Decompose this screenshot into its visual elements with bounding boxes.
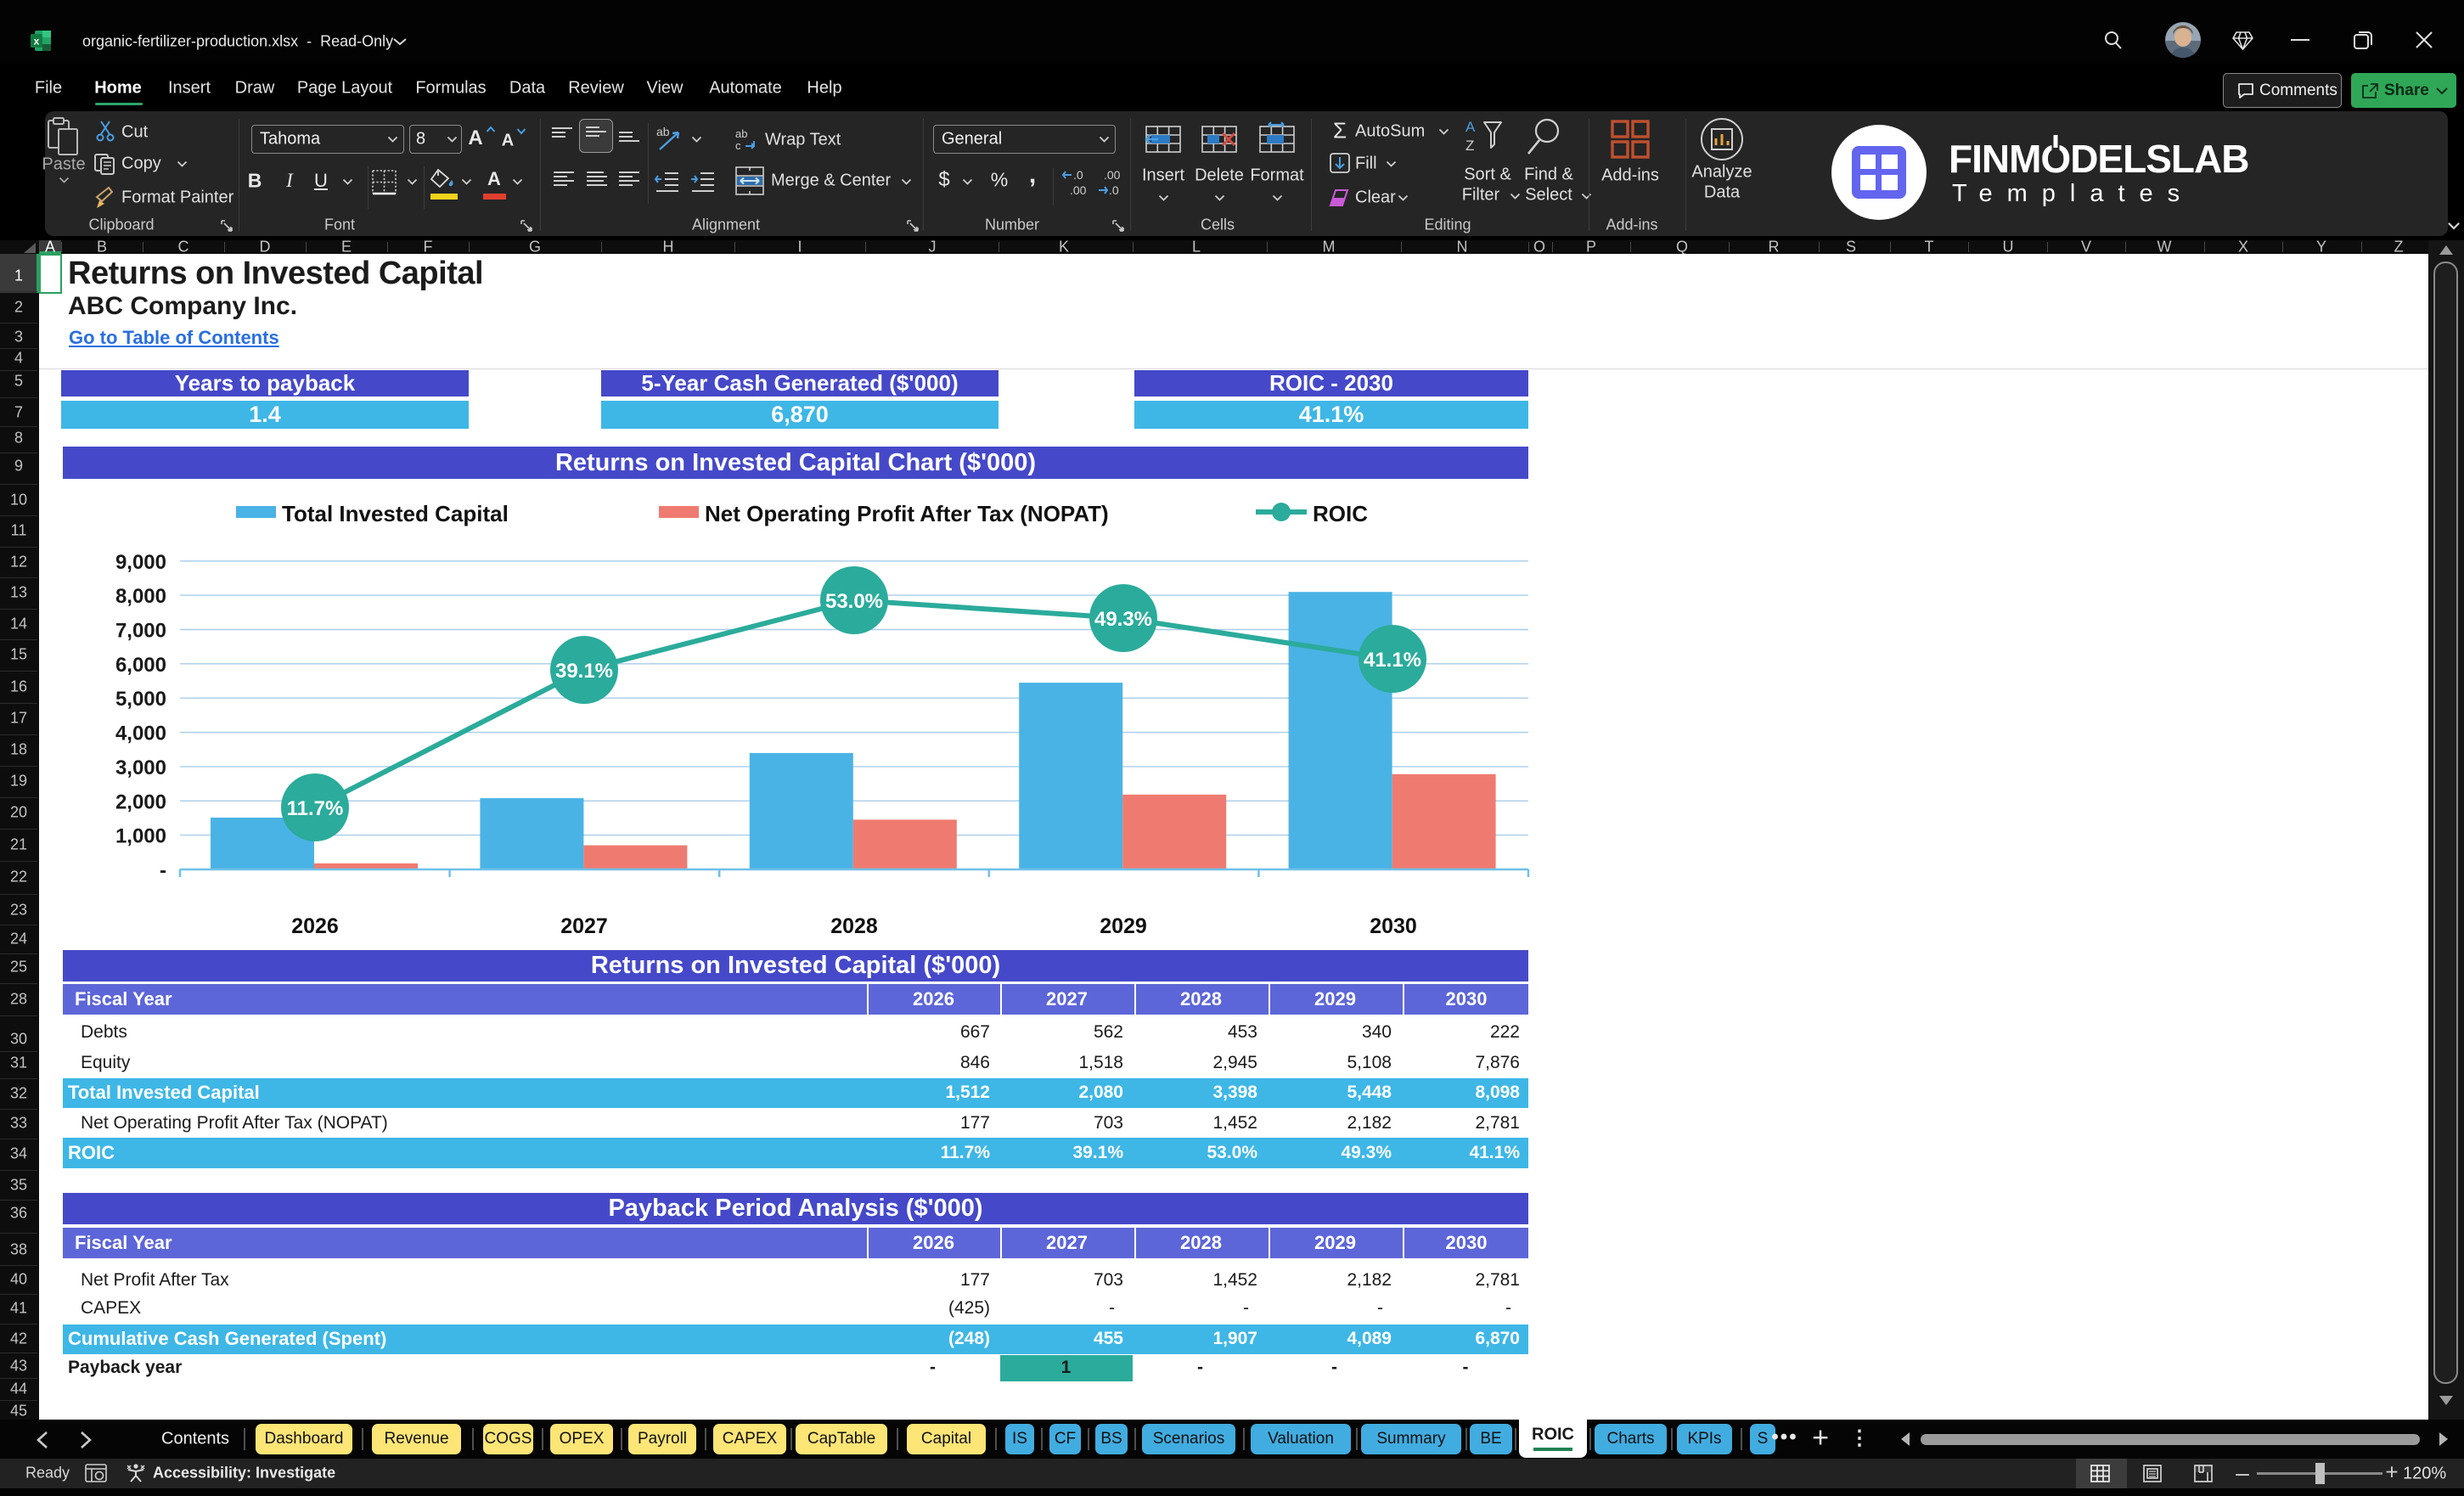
svg-text:.00: .00 xyxy=(1104,168,1121,182)
svg-text:2030: 2030 xyxy=(1370,914,1417,938)
svg-text:8,000: 8,000 xyxy=(115,585,166,608)
svg-text:ROIC: ROIC xyxy=(1313,501,1368,526)
svg-text:6,000: 6,000 xyxy=(115,654,166,677)
svg-text:x: x xyxy=(34,36,40,48)
svg-text:c: c xyxy=(735,139,741,152)
svg-text:49.3%: 49.3% xyxy=(1094,608,1152,631)
svg-text:9,000: 9,000 xyxy=(115,551,166,574)
svg-text:7,000: 7,000 xyxy=(115,620,166,643)
svg-text:5,000: 5,000 xyxy=(115,688,166,711)
svg-text:.00: .00 xyxy=(1070,183,1087,197)
svg-text:2029: 2029 xyxy=(1100,914,1147,938)
svg-text:-: - xyxy=(160,859,166,882)
svg-text:53.0%: 53.0% xyxy=(825,590,883,613)
svg-text:1,000: 1,000 xyxy=(115,825,166,848)
svg-text:41.1%: 41.1% xyxy=(1364,649,1421,672)
svg-text:11.7%: 11.7% xyxy=(287,797,344,820)
svg-text:2,000: 2,000 xyxy=(115,790,166,813)
svg-text:A: A xyxy=(1465,119,1476,135)
svg-text:2028: 2028 xyxy=(830,914,878,938)
svg-text:Total Invested Capital: Total Invested Capital xyxy=(282,501,509,526)
svg-text:Net Operating Profit After Tax: Net Operating Profit After Tax (NOPAT) xyxy=(705,501,1109,526)
svg-text:Z: Z xyxy=(1465,138,1474,154)
svg-text:2026: 2026 xyxy=(291,914,339,938)
svg-text:ab: ab xyxy=(735,127,747,140)
svg-text:ab: ab xyxy=(656,125,670,138)
svg-text:.0: .0 xyxy=(1073,168,1083,182)
svg-text:3,000: 3,000 xyxy=(115,756,166,779)
svg-text:2027: 2027 xyxy=(560,914,608,938)
svg-text:39.1%: 39.1% xyxy=(555,660,613,683)
svg-text:.0: .0 xyxy=(1109,183,1119,197)
svg-text:4,000: 4,000 xyxy=(115,723,166,745)
